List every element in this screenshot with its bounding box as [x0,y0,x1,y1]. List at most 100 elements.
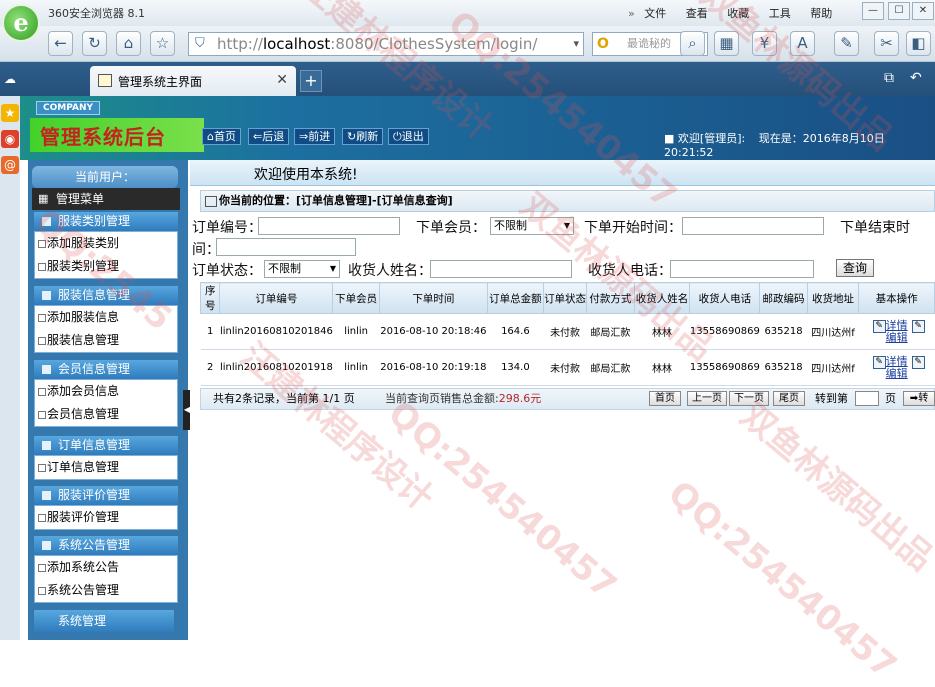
sidebar-item-add-category[interactable]: 添加服装类别 [35,232,177,255]
back-arrow-icon[interactable]: ← [48,31,73,56]
sidebar-item-manage-notice[interactable]: 系统公告管理 [35,579,177,602]
group-clothes-info: 服装信息管理 添加服装信息 服装信息管理 [34,286,178,353]
sidebar-item-add-notice[interactable]: 添加系统公告 [35,556,177,579]
phone-input[interactable] [670,260,814,278]
tab-main-interface[interactable]: 管理系统主界面 ✕ [90,66,296,96]
group-system-notice-header[interactable]: 系统公告管理 [34,536,178,555]
ad-block-icon[interactable]: A [790,31,815,56]
search-placeholder: 最诡秘的 [627,37,671,50]
new-tab-button[interactable]: + [300,70,322,92]
col-header-pay: 付款方式 [586,282,635,314]
toolbox-icon[interactable]: ✎ [834,31,859,56]
tab-title: 管理系统主界面 [118,75,203,89]
col-header-zip: 邮政编码 [759,282,808,314]
star-icon[interactable]: ☆ [150,31,175,56]
sidebar-item-add-clothes[interactable]: 添加服装信息 [35,306,177,329]
sidebar-item-manage-member[interactable]: 会员信息管理 [35,403,177,426]
order-no-label: 订单编号： [192,220,262,236]
pager-summary: 共有2条记录，当前第 1/1 页 [213,392,355,405]
favorites-star-icon[interactable]: ★ [1,104,19,122]
sidebar-item-manage-clothes[interactable]: 服装信息管理 [35,329,177,352]
company-badge: COMPANY [36,101,100,115]
app-brand-title: 管理系统后台 [30,118,204,152]
safety-icon[interactable]: ¥ [752,31,777,56]
refresh-button[interactable]: ↻刷新 [342,128,384,145]
first-page-button[interactable]: 首页 [649,391,681,406]
weibo-icon[interactable]: ◉ [1,130,19,148]
address-bar[interactable]: ⛉ http://localhost:8080/ClothesSystem/lo… [188,32,584,56]
start-time-input[interactable] [682,217,824,235]
prev-page-button[interactable]: 上一页 [687,391,727,406]
menu-overflow-icon[interactable]: » [628,7,635,20]
menu-view[interactable]: 查看 [686,7,708,20]
refresh-icon[interactable]: ↻ [82,31,107,56]
group-member-info-header[interactable]: 会员信息管理 [34,360,178,379]
go-button[interactable]: ➡转 [903,391,935,406]
receiver-label: 收货人姓名： [348,263,432,279]
address-host: localhost [262,35,331,53]
sidebar-system-management[interactable]: 系统管理 [34,610,174,632]
status-label: 订单状态： [192,263,262,279]
menu-help[interactable]: 帮助 [810,7,832,20]
sidebar: 当前用户： ▦ 管理菜单 服装类别管理 添加服装类别 服装类别管理 服装信息管理… [28,160,188,640]
address-dropdown-icon[interactable]: ▾ [573,33,579,55]
detail-icon[interactable]: ✎ [872,319,886,333]
end-time-input[interactable] [216,238,356,256]
goto-page-input[interactable] [855,391,879,406]
group-system-notice: 系统公告管理 添加系统公告 系统公告管理 [34,536,178,603]
menu-favorites[interactable]: 收藏 [727,7,749,20]
apps-grid-icon[interactable]: ▦ [714,31,739,56]
menu-file[interactable]: 文件 [644,7,666,20]
sidebar-item-manage-category[interactable]: 服装类别管理 [35,255,177,278]
detail-edit-links[interactable]: 详情 编辑 [886,319,908,344]
undo-close-icon[interactable]: ↶ [910,70,922,86]
edit-link[interactable]: 编辑 [886,367,908,380]
edit-link[interactable]: 编辑 [886,331,908,344]
search-icon[interactable]: ⌕ [680,31,705,56]
group-clothes-info-header[interactable]: 服装信息管理 [34,286,178,305]
next-page-button[interactable]: 下一页 [729,391,769,406]
tab-list-icon[interactable]: ⧉ [884,70,894,86]
home-btn-icon: ⌂ [207,130,214,143]
cloud-icon[interactable]: ☁ [4,72,16,86]
order-no-input[interactable] [258,217,400,235]
home-icon[interactable]: ⌂ [116,31,141,56]
welcome-admin: 欢迎[管理员]: [677,132,746,145]
screenshot-icon[interactable]: ✂ [874,31,899,56]
extension-icon[interactable]: ◧ [906,31,931,56]
receiver-input[interactable] [430,260,572,278]
forward-button[interactable]: ⇒前进 [294,128,336,145]
welcome-bar: 欢迎使用本系统! [190,160,935,186]
logout-button[interactable]: ⏻退出 [388,128,429,145]
home-button[interactable]: ⌂首页 [202,128,241,145]
maximize-icon[interactable]: ☐ [888,2,910,20]
sidebar-item-add-member[interactable]: 添加会员信息 [35,380,177,403]
last-page-button[interactable]: 尾页 [773,391,805,406]
query-button[interactable]: 查询 [836,259,874,277]
search-engine-icon: O [597,36,609,52]
email-at-icon[interactable]: @ [1,156,19,174]
cell-no: 1 [200,313,220,350]
tab-close-icon[interactable]: ✕ [276,72,288,88]
back-button[interactable]: ⇐后退 [248,128,290,145]
pagination-bar: 共有2条记录，当前第 1/1 页 当前查询页销售总金额:298.6元 首页 上一… [200,388,935,410]
minimize-icon[interactable]: — [862,2,884,20]
group-clothes-review-header[interactable]: 服装评价管理 [34,486,178,505]
menu-tools[interactable]: 工具 [769,7,791,20]
start-time-label: 下单开始时间： [584,220,682,236]
detail-edit-links[interactable]: 详情 编辑 [886,355,908,380]
group-order-info-header[interactable]: 订单信息管理 [34,436,178,455]
detail-icon[interactable]: ✎ [872,355,886,369]
edit-icon[interactable]: ✎ [911,319,925,333]
status-select[interactable]: 不限制 [264,260,340,278]
welcome-status: ■ 欢迎[管理员]: 现在是：2016年8月10日 20:21:52 [664,130,935,159]
member-select[interactable]: 不限制 [490,217,574,235]
sidebar-item-manage-review[interactable]: 服装评价管理 [35,506,177,529]
group-clothes-category-header[interactable]: 服装类别管理 [34,212,178,231]
close-window-icon[interactable]: ✕ [912,2,934,20]
edit-icon[interactable]: ✎ [911,355,925,369]
cell-order-no: linlin20160810201918 [219,349,333,386]
sidebar-item-manage-order[interactable]: 订单信息管理 [35,456,177,479]
cell-receiver: 林林 [634,349,690,386]
browser-navbar: ← ↻ ⌂ ☆ ⛉ http://localhost:8080/ClothesS… [0,26,935,62]
